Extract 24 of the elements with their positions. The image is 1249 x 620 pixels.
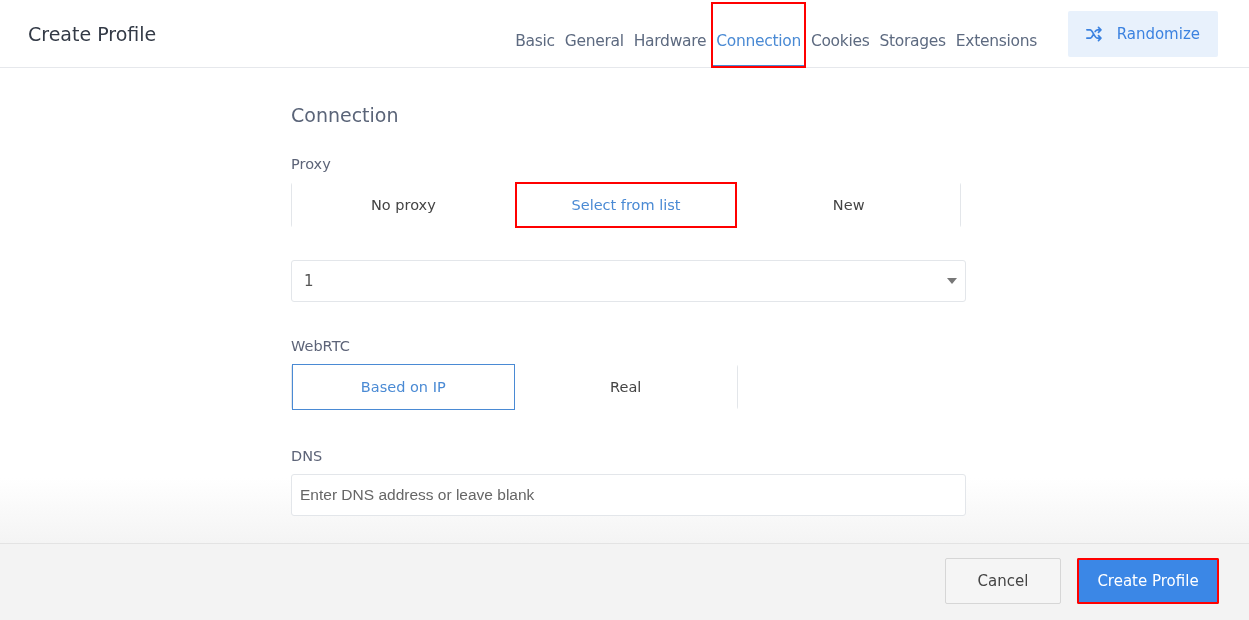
randomize-button[interactable]: Randomize bbox=[1068, 10, 1218, 57]
page-title: Create Profile bbox=[28, 22, 158, 45]
tab[interactable]: Extensions bbox=[950, 2, 1042, 68]
segment-option[interactable]: Based on IP bbox=[292, 364, 515, 410]
dns-input-field[interactable]: Enter DNS address or leave blank bbox=[291, 474, 966, 516]
shuffle-icon bbox=[1086, 25, 1103, 42]
tab[interactable]: Hardware bbox=[628, 2, 712, 68]
segment-option[interactable]: Select from list bbox=[514, 182, 738, 228]
caret-icon bbox=[947, 278, 957, 284]
segment-option[interactable]: Real bbox=[514, 364, 737, 410]
tab[interactable]: Cookies bbox=[805, 2, 875, 68]
tab[interactable]: Basic bbox=[510, 2, 560, 68]
dropdown-value: 1 bbox=[304, 272, 314, 290]
proxy-dropdown[interactable]: 1 bbox=[291, 260, 966, 302]
create-profile-button[interactable]: Create Profile bbox=[1077, 558, 1219, 604]
cancel-button[interactable]: Cancel bbox=[945, 558, 1061, 604]
field-label: Proxy bbox=[291, 156, 331, 172]
segment-option[interactable]: New bbox=[737, 182, 960, 228]
tab[interactable]: Storages bbox=[874, 2, 951, 68]
field-label: DNS bbox=[291, 448, 323, 464]
section-title: Connection bbox=[291, 104, 399, 126]
tab[interactable]: General bbox=[559, 2, 629, 68]
segment-option[interactable]: No proxy bbox=[292, 182, 515, 228]
field-label: WebRTC bbox=[291, 338, 350, 354]
